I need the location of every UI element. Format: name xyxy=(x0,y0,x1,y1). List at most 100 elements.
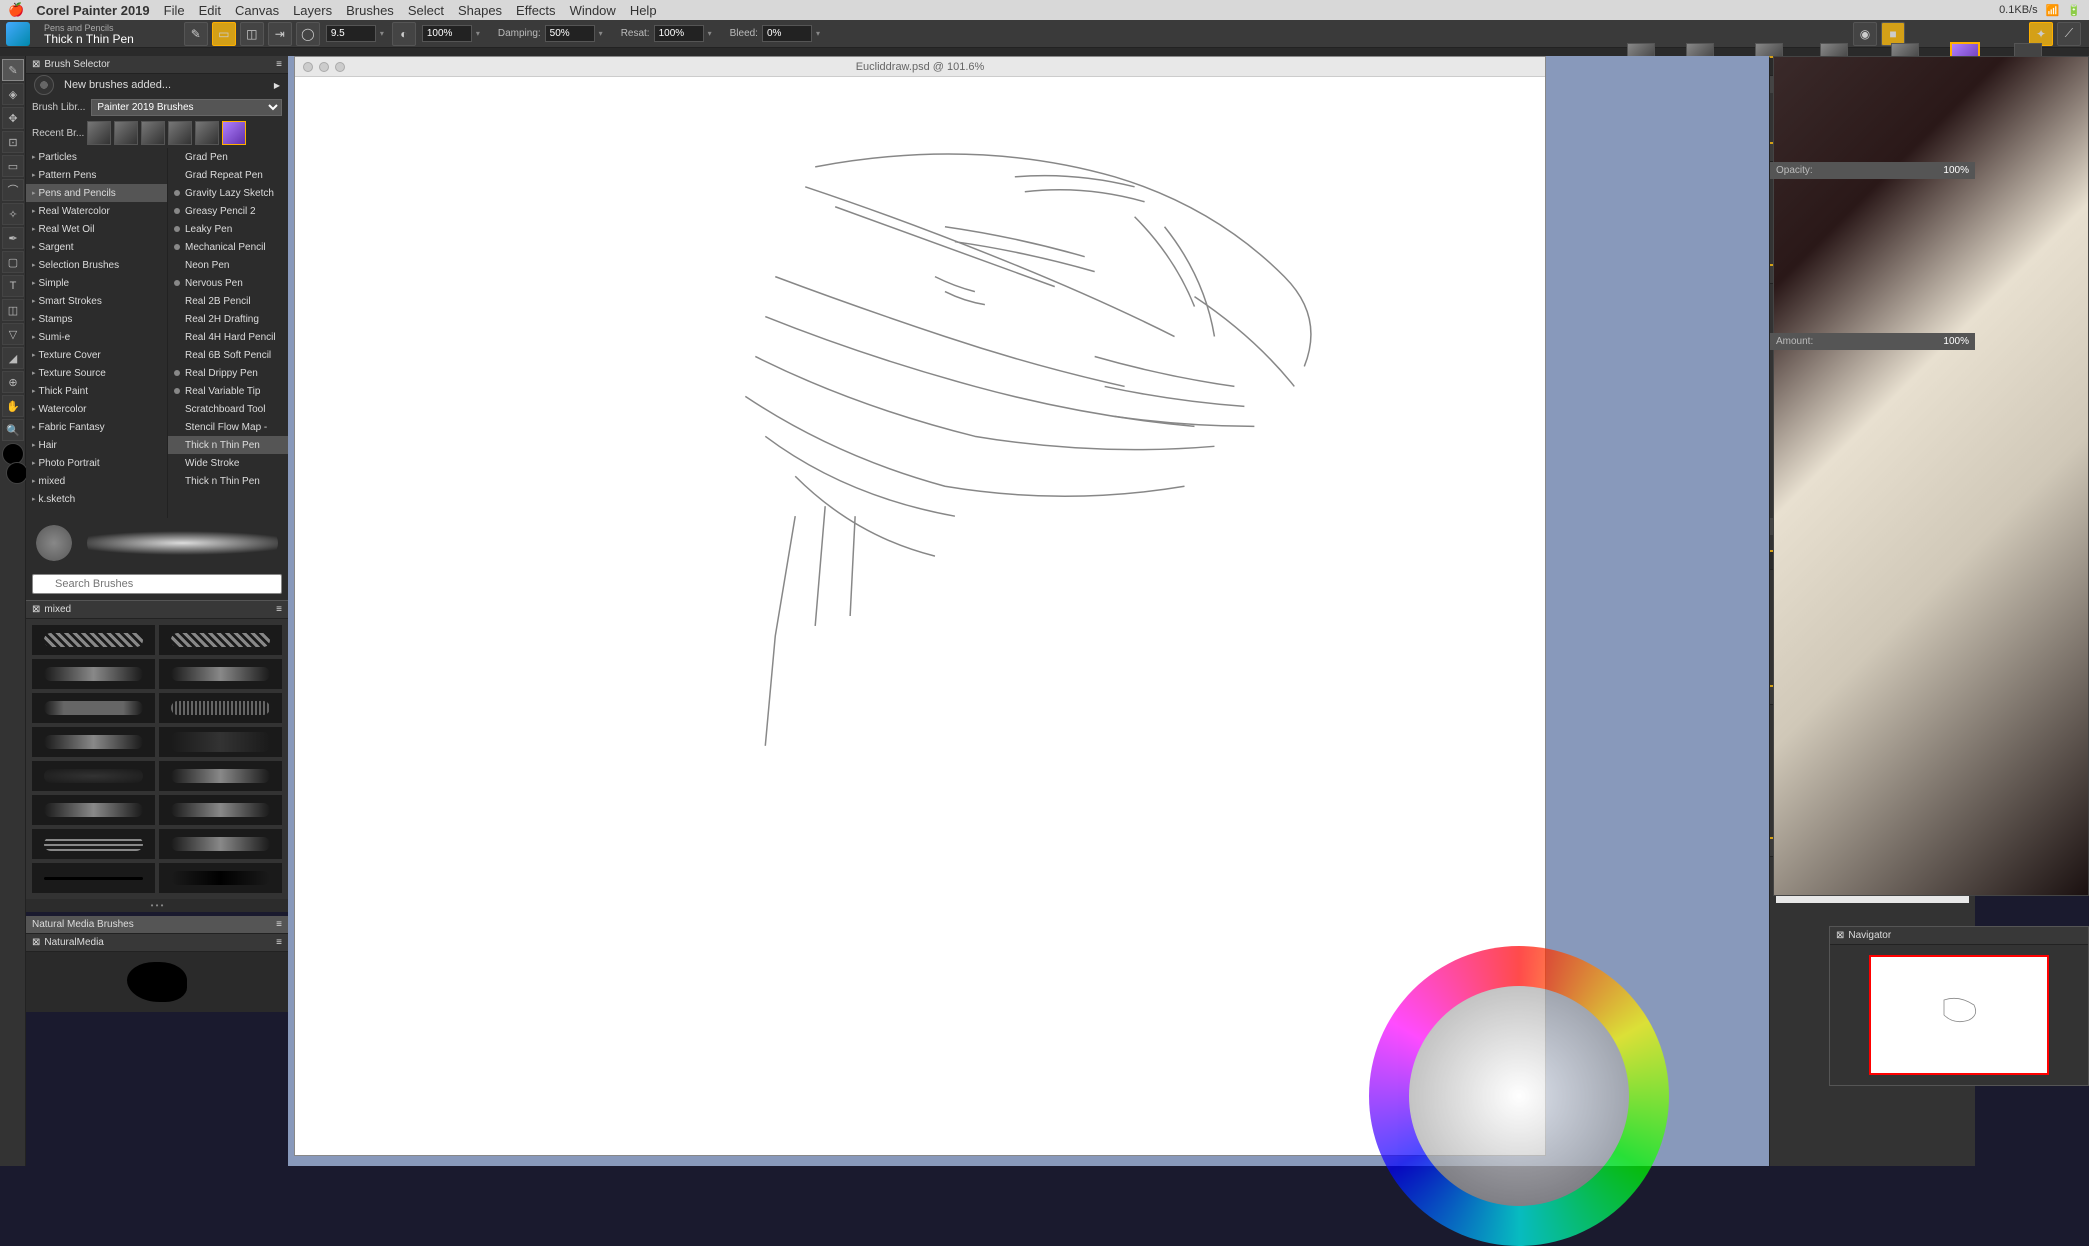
opacity-circle-icon[interactable]: ◐ xyxy=(392,22,416,46)
pen-tool-icon[interactable]: ✒ xyxy=(2,227,24,249)
category-item[interactable]: ▸Stamps xyxy=(26,310,167,328)
category-item[interactable]: ▸mixed xyxy=(26,472,167,490)
category-item[interactable]: ▸k.sketch xyxy=(26,490,167,508)
hsv-s-value[interactable]: 0% xyxy=(1939,607,1969,618)
variant-item[interactable]: Leaky Pen xyxy=(168,220,288,238)
tab-size[interactable]: Size xyxy=(1835,58,1870,75)
natural-preview[interactable] xyxy=(26,952,288,1012)
bleed-dropdown-icon[interactable]: ▾ xyxy=(816,29,820,38)
recent-swatch[interactable] xyxy=(87,121,111,145)
elb-checkbox[interactable] xyxy=(1776,304,1785,313)
min-amount-value[interactable]: 0% xyxy=(1939,353,1969,364)
min-opacity-value[interactable]: 0% xyxy=(1939,182,1969,193)
recent-swatch[interactable] xyxy=(168,121,192,145)
ctd-checkbox[interactable] xyxy=(1776,113,1785,122)
mixed-brush[interactable] xyxy=(159,659,282,689)
dropper-tool-icon[interactable]: ◈ xyxy=(2,83,24,105)
recent-swatch[interactable] xyxy=(114,121,138,145)
dryout-trans-checkbox[interactable] xyxy=(1776,538,1785,547)
boost-value[interactable]: 0% xyxy=(1939,128,1969,139)
amount-value[interactable]: 100% xyxy=(1939,336,1969,347)
hsv-mode-select[interactable]: In HSV xyxy=(1776,571,1969,586)
category-item[interactable]: ▸Pens and Pencils xyxy=(26,184,167,202)
close-icon[interactable]: ⊠ xyxy=(32,937,40,948)
tool-align-icon[interactable]: ⇥ xyxy=(268,22,292,46)
mixed-brush[interactable] xyxy=(32,795,155,825)
category-item[interactable]: ▸Particles xyxy=(26,148,167,166)
invert-icon[interactable]: ⇅ xyxy=(1939,369,1953,383)
brush-loading-checkbox[interactable] xyxy=(1776,489,1785,498)
tab-dab-profile[interactable]: Dab Profile xyxy=(1770,58,1835,75)
opacity-field[interactable] xyxy=(422,25,472,42)
category-item[interactable]: ▸Texture Cover xyxy=(26,346,167,364)
tool-stroke-icon[interactable]: ▭ xyxy=(212,22,236,46)
mixed-brush[interactable] xyxy=(32,625,155,655)
zoom-tool-icon[interactable]: 🔍 xyxy=(2,419,24,441)
invert-icon[interactable]: ⇅ xyxy=(1923,232,1937,246)
eraser-tool-icon[interactable]: ◫ xyxy=(2,299,24,321)
variant-item[interactable]: Grad Pen xyxy=(168,148,288,166)
resat-dropdown-icon[interactable]: ▾ xyxy=(708,29,712,38)
panel-menu-icon[interactable]: ≡ xyxy=(276,604,282,615)
wifi-icon[interactable]: 📶 xyxy=(2046,4,2060,17)
dab-mode-icon[interactable] xyxy=(1902,717,1918,733)
hsv-h-value[interactable]: 0% xyxy=(1939,590,1969,601)
move-tool-icon[interactable]: ✥ xyxy=(2,107,24,129)
category-item[interactable]: ▸Thick Paint xyxy=(26,382,167,400)
variant-item[interactable]: Thick n Thin Pen xyxy=(168,472,288,490)
menu-select[interactable]: Select xyxy=(408,3,444,18)
variant-item[interactable]: Real Variable Tip xyxy=(168,382,288,400)
expression-select2[interactable]: None xyxy=(1852,368,1938,383)
dab-mode-icon[interactable] xyxy=(1902,789,1918,805)
brush-tool-icon[interactable]: ✎ xyxy=(2,59,24,81)
category-item[interactable]: ▸Hair xyxy=(26,436,167,454)
expression-select[interactable]: Pressure xyxy=(1844,231,1922,246)
tab-color-variability[interactable]: ⊠Color Variability xyxy=(1862,552,1957,569)
menu-file[interactable]: File xyxy=(164,3,185,18)
variant-item[interactable]: Wide Stroke xyxy=(168,454,288,472)
size-dropdown-icon[interactable]: ▾ xyxy=(380,29,384,38)
category-item[interactable]: ▸Real Wet Oil xyxy=(26,220,167,238)
category-item[interactable]: ▸Fabric Fantasy xyxy=(26,418,167,436)
panel-menu-icon[interactable]: ≡ xyxy=(276,937,282,948)
menu-shapes[interactable]: Shapes xyxy=(458,3,502,18)
brush-variant-list[interactable]: Grad PenGrad Repeat PenGravity Lazy Sket… xyxy=(168,148,288,518)
variant-item[interactable]: Real Drippy Pen xyxy=(168,364,288,382)
mixed-brush[interactable] xyxy=(32,829,155,859)
window-controls[interactable] xyxy=(303,62,345,72)
category-item[interactable]: ▸Watercolor xyxy=(26,400,167,418)
dryout-amount-value[interactable]: 22026. xyxy=(1938,521,1969,532)
damping-dropdown-icon[interactable]: ▾ xyxy=(599,29,603,38)
ignore-sets-checkbox[interactable] xyxy=(1776,673,1785,682)
tool-dab-icon[interactable]: ✎ xyxy=(184,22,208,46)
tool-area-icon[interactable]: ◫ xyxy=(240,22,264,46)
variant-item[interactable]: Thick n Thin Pen xyxy=(168,436,288,454)
battery-icon[interactable]: 🔋 xyxy=(2067,4,2081,17)
variant-item[interactable]: Stencil Flow Map - xyxy=(168,418,288,436)
category-item[interactable]: ▸Photo Portrait xyxy=(26,454,167,472)
tool-size-circle-icon[interactable]: ◯ xyxy=(296,22,320,46)
search-input[interactable] xyxy=(32,574,282,594)
curve-icon[interactable]: ⟋ xyxy=(1939,232,1953,246)
text-tool-icon[interactable]: T xyxy=(2,275,24,297)
cv-smooth-value[interactable]: 0% xyxy=(1939,641,1969,652)
menu-layers[interactable]: Layers xyxy=(293,3,332,18)
gradient-tool-icon[interactable]: ◢ xyxy=(2,347,24,369)
color-wheel[interactable] xyxy=(1369,946,1669,1246)
crop-tool-icon[interactable]: ⊡ xyxy=(2,131,24,153)
mixed-brush[interactable] xyxy=(159,795,282,825)
bleed-amount-value[interactable]: 0% xyxy=(1939,421,1969,432)
opacity-dropdown-icon[interactable]: ▾ xyxy=(476,29,480,38)
dab-mode-icon[interactable] xyxy=(1902,753,1918,769)
recent-swatch[interactable] xyxy=(222,121,246,145)
select-tool-icon[interactable]: ▭ xyxy=(2,155,24,177)
hsv-v-value[interactable]: 0% xyxy=(1939,624,1969,635)
brush-library-select[interactable]: Painter 2019 Brushes xyxy=(91,99,282,116)
mixed-brush[interactable] xyxy=(32,863,155,893)
menu-canvas[interactable]: Canvas xyxy=(235,3,279,18)
size-field[interactable] xyxy=(326,25,376,42)
tab-color-expression[interactable]: Color Expression xyxy=(1770,552,1862,569)
min-spacing-value[interactable]: 1.0 xyxy=(1939,96,1969,107)
mixed-brush[interactable] xyxy=(159,761,282,791)
variant-item[interactable]: Real 2H Drafting xyxy=(168,310,288,328)
